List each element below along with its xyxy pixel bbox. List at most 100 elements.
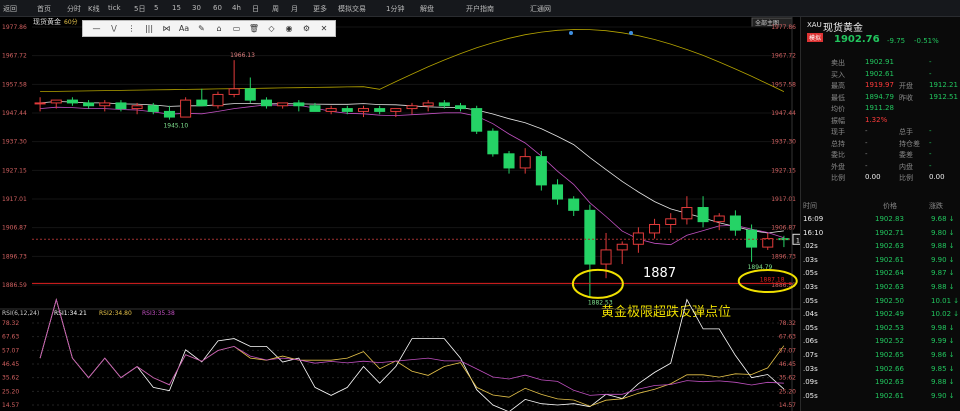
candle-body — [746, 229, 758, 248]
candle-body — [99, 102, 111, 107]
candle-body — [131, 105, 143, 110]
candle-body — [390, 108, 402, 112]
chart-bg — [0, 17, 800, 411]
menu-item[interactable]: 首页 — [37, 4, 51, 14]
candle-body — [552, 184, 564, 200]
rsi-tick-left: 57.07 — [2, 347, 19, 354]
rsi-tick-left: 67.63 — [2, 334, 19, 341]
draw-tool-icon[interactable]: ▭ — [229, 23, 244, 35]
candle-body — [180, 99, 192, 118]
candle-body — [244, 88, 256, 101]
draw-tool-icon[interactable]: ✎ — [194, 23, 209, 35]
candle-body — [519, 156, 531, 169]
top-menu-bar: 返回 首页 分时 K线 tick 5日 5 15 30 60 4h 日 周 月 更多 模拟交易 1分钟 解盘 开户指… — [0, 0, 960, 17]
level-value-label: 1887.18 — [760, 276, 785, 283]
price-change-pct: -0.51% — [914, 37, 939, 45]
quote-key2: 比例 — [899, 174, 913, 182]
menu-item[interactable]: 5日 — [134, 4, 145, 14]
draw-tool-icon[interactable]: ✕ — [317, 23, 332, 35]
tick-price: 1902.63 — [875, 242, 904, 251]
tick-time: .07s — [803, 351, 818, 359]
candle-body — [713, 215, 725, 223]
draw-tool-icon[interactable]: ⚙ — [299, 23, 314, 35]
quote-key: 买入 — [831, 70, 845, 79]
draw-tool-icon[interactable]: ⌂ — [212, 23, 227, 35]
tick-delta: 9.87 ↓ — [931, 269, 955, 278]
quote-value2: - — [929, 58, 932, 66]
menu-item[interactable]: 5 — [154, 4, 158, 12]
menu-item[interactable]: 返回 — [3, 4, 17, 14]
menu-item[interactable]: 分时 — [67, 4, 81, 14]
rsi-tick-right: 14.57 — [779, 402, 796, 409]
tick-delta: 9.68 ↓ — [931, 215, 955, 223]
candle-body — [697, 207, 709, 223]
price-tick-left: 1947.44 — [2, 110, 27, 117]
menu-item[interactable]: 更多 — [313, 4, 327, 14]
candle-body — [454, 105, 467, 110]
draw-tool-icon[interactable]: — — [89, 23, 104, 35]
draw-tool-icon[interactable]: 🗑 — [247, 23, 262, 35]
kline-chart[interactable]: 现货黄金 60分 全部主图 1977.86 1977.86 1967.72 1967.72 1… — [0, 17, 800, 411]
menu-item[interactable]: K线 — [88, 4, 100, 14]
draw-tool-icon[interactable]: \/ — [107, 23, 122, 35]
menu-item[interactable]: 周 — [272, 4, 279, 14]
price-change: -9.75 — [887, 37, 906, 45]
tick-delta: 9.88 ↓ — [931, 283, 955, 291]
quote-value2: 0.00 — [929, 173, 945, 181]
candle-body — [115, 102, 127, 110]
tick-delta: 9.88 ↓ — [931, 378, 955, 387]
menu-item[interactable]: 4h — [232, 4, 241, 12]
draw-tool-icon[interactable]: ||| — [142, 23, 157, 35]
rsi-header: RSI(6,12,24) — [2, 310, 39, 317]
tick-price: 1902.66 — [875, 364, 904, 373]
level-note: 1887 — [643, 266, 676, 281]
menu-item[interactable]: 汇通网 — [530, 4, 551, 14]
tick-delta: 9.98 ↓ — [931, 323, 955, 332]
tick-time: .09s — [803, 378, 818, 387]
rsi1-label: RSI1:34.21 — [54, 310, 87, 317]
menu-item[interactable]: 开户指南 — [466, 4, 494, 14]
tick-price: 1902.83 — [875, 215, 904, 223]
draw-tool-icon[interactable]: Aa — [177, 23, 192, 35]
menu-item[interactable]: tick — [108, 4, 121, 12]
rsi3-label: RSI3:35.38 — [142, 310, 175, 317]
tick-delta: 9.88 ↓ — [931, 242, 955, 251]
draw-tool-icon[interactable]: ◉ — [282, 23, 297, 35]
quote-key: 现手 — [831, 128, 845, 136]
menu-item[interactable]: 30 — [192, 4, 201, 12]
menu-item[interactable]: 60 — [213, 4, 222, 12]
tick-price: 1902.63 — [875, 378, 904, 387]
draw-tool-icon[interactable]: ⋮ — [124, 23, 139, 35]
rsi-tick-left: 78.32 — [2, 320, 19, 327]
menu-item[interactable]: 解盘 — [420, 4, 434, 14]
candle-body — [632, 232, 644, 245]
quote-value2: - — [929, 161, 932, 170]
quote-value: - — [865, 138, 868, 147]
quote-key: 最低 — [831, 93, 845, 102]
rsi-tick-left: 14.57 — [2, 402, 19, 409]
tick-price: 1902.52 — [875, 337, 904, 346]
draw-tool-icon[interactable]: ⋈ — [159, 23, 174, 35]
quote-key: 卖出 — [831, 59, 845, 67]
menu-item[interactable]: 15 — [172, 4, 181, 12]
menu-item[interactable]: 模拟交易 — [338, 4, 366, 14]
menu-item[interactable]: 日 — [252, 4, 259, 14]
kline-svg[interactable]: 现货黄金 60分 全部主图1977.86 1977.861967.72 1967.721… — [0, 17, 800, 411]
tick-header: 涨跌 — [929, 202, 943, 210]
quote-value: - — [865, 161, 868, 170]
symbol-code: XAU — [807, 21, 822, 29]
chart-period: 60分 — [64, 18, 78, 26]
low-left-label: 1945.10 — [163, 123, 188, 130]
tick-time: .04s — [803, 310, 818, 319]
quote-key: 振幅 — [831, 116, 845, 125]
rsi-tick-right: 25.20 — [779, 388, 796, 395]
menu-item[interactable]: 月 — [291, 4, 298, 14]
menu-item[interactable]: 1分钟 — [386, 4, 404, 14]
tick-time: 16:10 — [803, 228, 824, 237]
candle-body — [228, 88, 240, 95]
quote-key2: 总手 — [899, 128, 913, 136]
quote-key: 均价 — [831, 105, 845, 113]
caption-text: 黄金极限超跌反弹点位 — [601, 304, 731, 320]
draw-tool-icon[interactable]: ◇ — [264, 23, 279, 35]
candle-body — [341, 108, 353, 112]
